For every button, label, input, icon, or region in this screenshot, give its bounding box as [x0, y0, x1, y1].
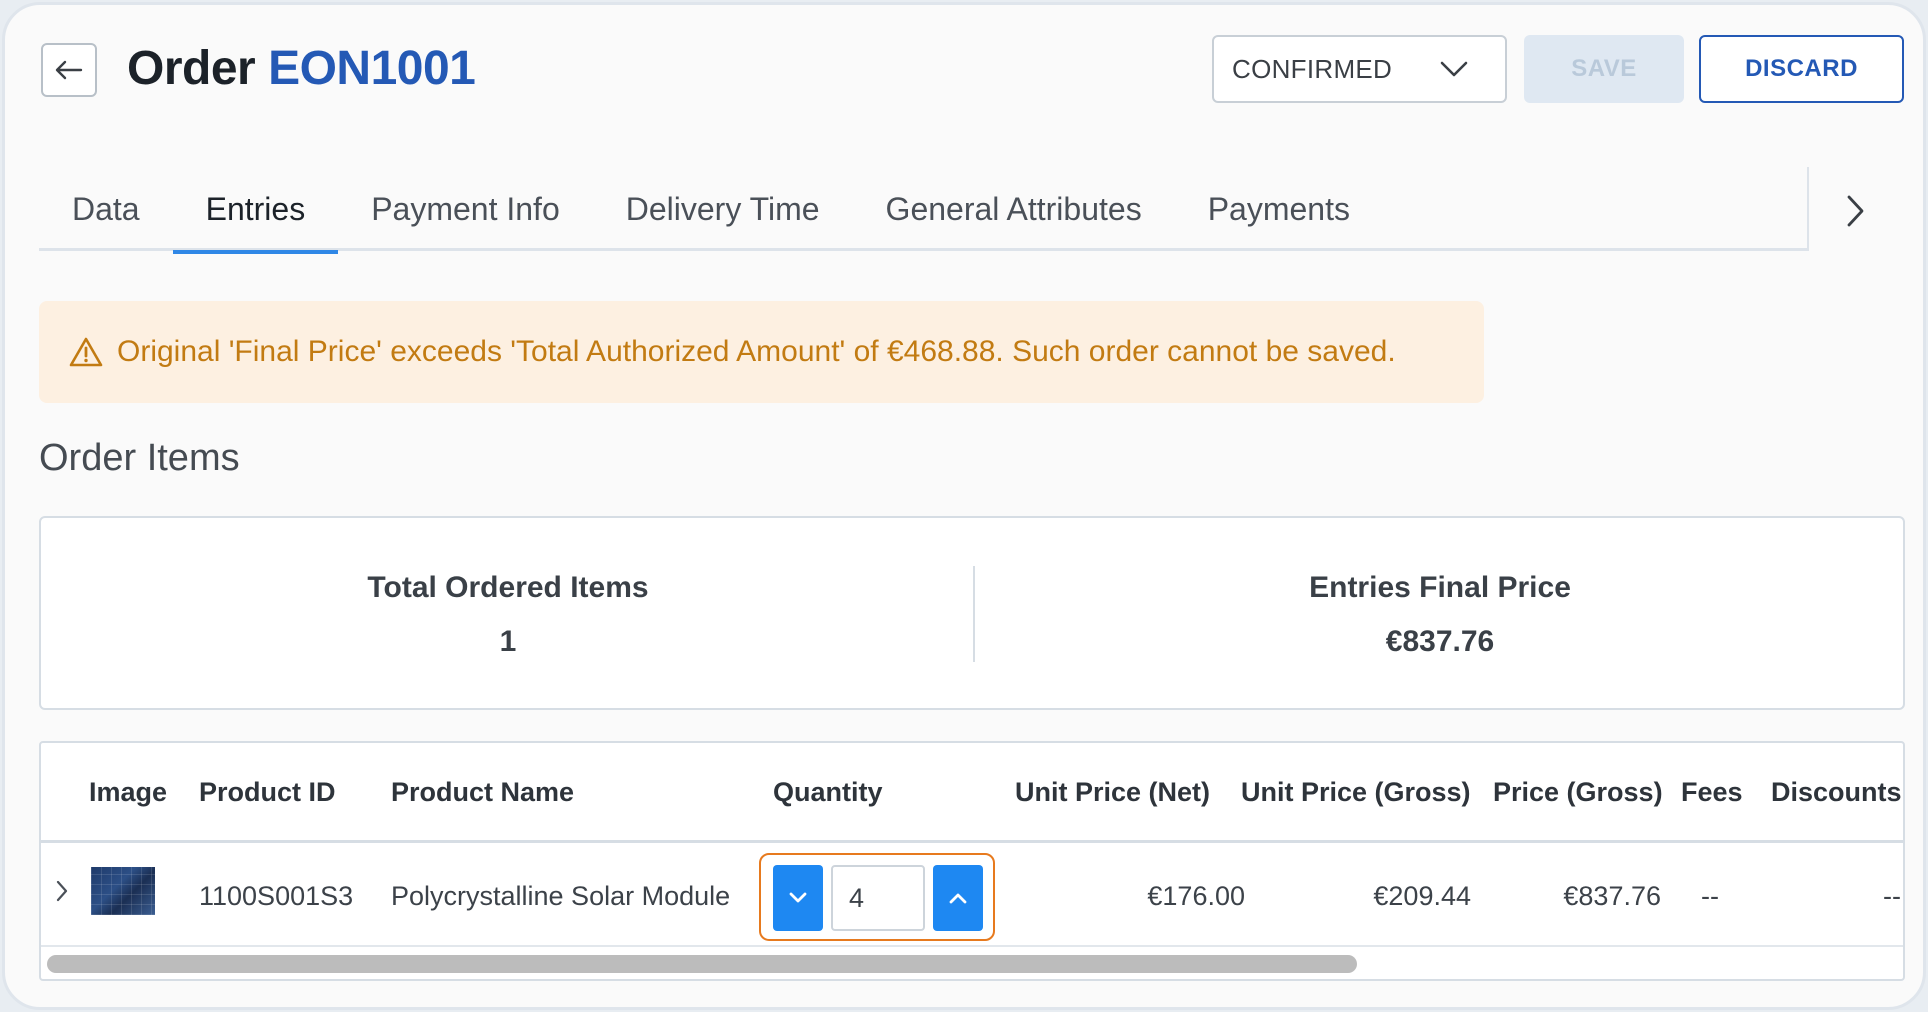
- total-items-value: 1: [499, 625, 517, 658]
- cell-price-gross: €837.76: [1563, 881, 1661, 911]
- table-row: 1100S001S3 Polycrystalline Solar Module …: [41, 843, 1903, 947]
- final-price-value: €837.76: [1385, 625, 1495, 658]
- cell-fees: --: [1701, 881, 1719, 911]
- column-header-discounts: Discounts: [1771, 777, 1902, 807]
- column-header-product-name: Product Name: [391, 777, 575, 807]
- quantity-input[interactable]: 4: [831, 865, 925, 931]
- chevron-down-icon: [1440, 61, 1468, 77]
- tab-payments[interactable]: Payments: [1175, 167, 1383, 251]
- order-items-table: Image Product ID Product Name Quantity U…: [39, 741, 1905, 981]
- product-image: [91, 867, 155, 915]
- save-button[interactable]: SAVE: [1524, 35, 1684, 103]
- app-window: Order EON1001 CONFIRMED SAVE DISCARD Dat…: [2, 2, 1926, 1010]
- column-header-product-id: Product ID: [199, 777, 336, 807]
- quantity-stepper: 4: [759, 853, 995, 941]
- column-header-unit-price-net: Unit Price (Net): [1015, 777, 1211, 807]
- row-expand-toggle[interactable]: [55, 879, 69, 908]
- order-summary: Total Ordered Items 1 Entries Final Pric…: [39, 516, 1905, 710]
- warning-alert: Original 'Final Price' exceeds 'Total Au…: [39, 301, 1484, 403]
- chevron-right-icon: [1847, 195, 1864, 227]
- arrow-left-icon: [55, 60, 83, 80]
- column-header-unit-price-gross: Unit Price (Gross): [1241, 777, 1471, 807]
- cell-product-name: Polycrystalline Solar Module: [391, 881, 731, 911]
- chevron-right-icon: [56, 880, 68, 902]
- tab-general-attributes[interactable]: General Attributes: [853, 167, 1175, 251]
- tab-bar: Data Entries Payment Info Delivery Time …: [39, 167, 1809, 254]
- section-title: Order Items: [39, 437, 240, 479]
- table-header: Image Product ID Product Name Quantity U…: [41, 743, 1903, 843]
- tab-payment-info[interactable]: Payment Info: [338, 167, 593, 251]
- column-header-price-gross: Price (Gross): [1493, 777, 1663, 807]
- discard-button[interactable]: DISCARD: [1699, 35, 1904, 103]
- tab-divider: [1807, 167, 1809, 251]
- entries-final-price: Entries Final Price €837.76: [975, 518, 1905, 712]
- quantity-increment-button[interactable]: [933, 865, 983, 931]
- alert-message: Original 'Final Price' exceeds 'Total Au…: [117, 335, 1396, 368]
- total-items-label: Total Ordered Items: [367, 571, 649, 604]
- cell-product-id: 1100S001S3: [199, 881, 354, 911]
- page-title-prefix: Order: [127, 42, 256, 95]
- total-ordered-items: Total Ordered Items 1: [41, 518, 975, 712]
- cell-discounts: --: [1883, 881, 1901, 911]
- horizontal-scrollbar[interactable]: [47, 955, 1357, 973]
- status-select-value: CONFIRMED: [1232, 53, 1393, 84]
- warning-icon: [69, 337, 103, 367]
- chevron-up-icon: [949, 893, 967, 904]
- status-select[interactable]: CONFIRMED: [1212, 35, 1507, 103]
- column-header-fees: Fees: [1681, 777, 1743, 807]
- column-header-quantity: Quantity: [773, 777, 883, 807]
- page-title: Order EON1001: [127, 41, 476, 96]
- tab-delivery-time[interactable]: Delivery Time: [593, 167, 853, 251]
- chevron-down-icon: [789, 892, 807, 903]
- tab-data[interactable]: Data: [39, 167, 173, 251]
- cell-unit-price-net: €176.00: [1147, 881, 1245, 911]
- final-price-label: Entries Final Price: [1309, 571, 1571, 604]
- column-header-image: Image: [89, 777, 168, 807]
- order-id: EON1001: [268, 42, 476, 95]
- cell-unit-price-gross: €209.44: [1373, 881, 1471, 911]
- tabs-scroll-right-button[interactable]: [1835, 191, 1875, 231]
- quantity-decrement-button[interactable]: [773, 865, 823, 931]
- tab-entries[interactable]: Entries: [172, 167, 339, 254]
- back-button[interactable]: [41, 43, 97, 97]
